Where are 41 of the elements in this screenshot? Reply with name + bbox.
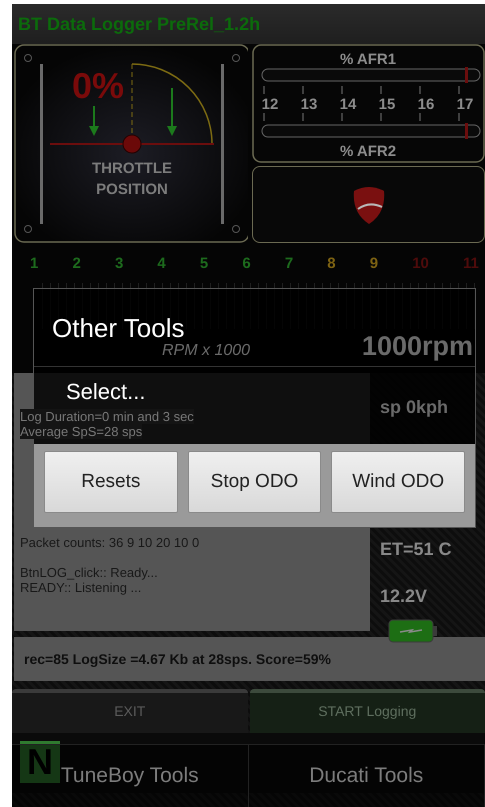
rpm-scale-number: 7 — [284, 255, 294, 274]
rpm-unit-label: RPM x 1000 — [162, 342, 250, 360]
rpm-scale-number: 9 — [370, 255, 378, 274]
throttle-label: POSITION — [96, 181, 168, 198]
rpm-scale-number: 10 — [412, 255, 429, 274]
rpm-scale-number: 3 — [114, 255, 124, 274]
dialog-message: Select... — [66, 379, 146, 404]
afr-scale-label: 13 — [300, 96, 318, 113]
app-title: BT Data Logger PreRel_1.2h — [18, 14, 260, 34]
rpm-reading: 1000rpm — [362, 331, 473, 362]
sensor-readout: sp 0kph — [380, 397, 450, 418]
rpm-scale-number: 2 — [72, 255, 81, 274]
status-text: rec=85 LogSize =4.67 Kb at 28sps. Score=59% — [24, 651, 332, 667]
dialog-button[interactable]: Resets — [44, 451, 178, 513]
afr-scale-label: 15 — [378, 96, 396, 113]
rpm-scale-number: 5 — [200, 255, 208, 274]
rpm-scale-number: 1 — [30, 255, 38, 274]
shield-logo-icon — [352, 184, 386, 224]
rpm-scale-number: 6 — [242, 255, 251, 274]
afr-scale-label: 17 — [456, 96, 474, 113]
afr-scale-label: 12 — [262, 96, 278, 113]
afr-scale-label: 16 — [418, 96, 434, 113]
rpm-scale-number: 11 — [463, 255, 479, 274]
dialog-button[interactable]: Wind ODO — [331, 451, 466, 513]
afr-top-label: % AFR1 — [340, 51, 396, 68]
action-button[interactable]: EXIT — [12, 689, 248, 733]
rpm-scale-number: 4 — [157, 255, 166, 274]
log-line: Packet counts: 36 9 10 20 10 0 — [20, 535, 200, 550]
sensor-readout: 12.2V — [380, 586, 428, 607]
log-line: READY:: Listening ... — [20, 580, 142, 595]
throttle-reading: 0% — [72, 65, 124, 106]
afr-scale-label: 14 — [340, 96, 356, 113]
action-button[interactable]: START Logging — [250, 689, 485, 733]
log-line: BtnLOG_click:: Ready... — [20, 565, 159, 580]
afr-bottom-label: % AFR2 — [340, 143, 396, 160]
rpm-scale-number: 8 — [327, 255, 336, 274]
throttle-label: THROTTLE — [92, 160, 172, 177]
battery-charging-icon — [388, 619, 438, 643]
menu-item[interactable]: Ducati Tools — [248, 745, 485, 807]
dialog-button[interactable]: Stop ODO — [188, 451, 322, 513]
sensor-readout: ET=51 C — [380, 539, 453, 560]
